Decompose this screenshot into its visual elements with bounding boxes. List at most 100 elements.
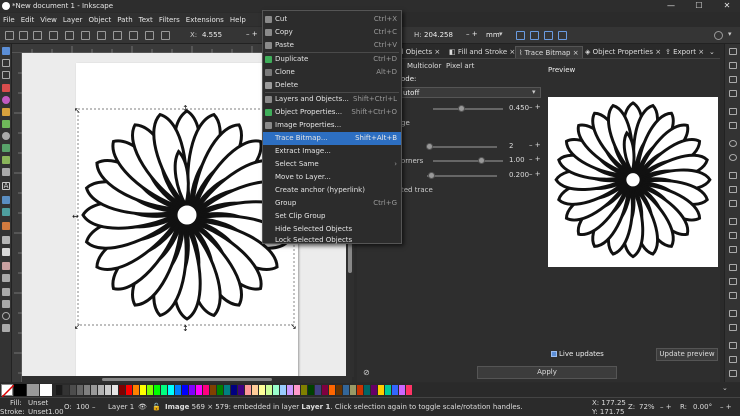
menu-item-hide-selected[interactable]: Hide Selected Objects: [263, 223, 401, 236]
menu-view[interactable]: View: [37, 16, 60, 24]
live-updates-checkbox[interactable]: [551, 351, 557, 357]
palette-swatch[interactable]: [63, 385, 69, 395]
opacity-spin-buttons[interactable]: –: [92, 403, 96, 411]
threshold-slider-knob[interactable]: [458, 105, 465, 112]
zoom-field[interactable]: 72%: [639, 403, 655, 411]
save-icon[interactable]: [729, 76, 737, 83]
palette-swatch[interactable]: [196, 385, 202, 395]
palette-swatch[interactable]: [287, 385, 293, 395]
palette-swatch[interactable]: [105, 385, 111, 395]
tab-objects[interactable]: d Objects ×: [399, 46, 440, 58]
tweak-tool-icon[interactable]: [2, 71, 10, 79]
palette-swatch[interactable]: [119, 385, 125, 395]
copy-icon[interactable]: [729, 172, 737, 179]
palette-swatch[interactable]: [168, 385, 174, 395]
palette-swatch[interactable]: [350, 385, 356, 395]
mesh-tool-icon[interactable]: [2, 208, 10, 216]
menu-item-paste[interactable]: Paste Ctrl+V: [263, 39, 401, 52]
layer-lock-icon[interactable]: 🔓: [152, 403, 161, 411]
raise-icon[interactable]: [129, 31, 138, 40]
menu-path[interactable]: Path: [114, 16, 135, 24]
palette-swatch[interactable]: [245, 385, 251, 395]
vertical-scroll-thumb[interactable]: [348, 243, 352, 273]
palette-swatch[interactable]: [217, 385, 223, 395]
lower-icon[interactable]: [145, 31, 154, 40]
select-all-layers-icon[interactable]: [19, 31, 28, 40]
group-icon[interactable]: [729, 310, 737, 317]
palette-swatch[interactable]: [182, 385, 188, 395]
rotate-cw-icon[interactable]: [65, 31, 74, 40]
duplicate-icon[interactable]: [729, 264, 737, 271]
transform-gradients-icon[interactable]: [544, 31, 553, 40]
unit-select[interactable]: mm: [486, 31, 500, 39]
pages-tool-icon[interactable]: [2, 300, 10, 308]
x-decrement-button[interactable]: – +: [246, 30, 258, 38]
text-tool-icon[interactable]: A: [2, 182, 10, 190]
palette-swatch[interactable]: [70, 385, 76, 395]
palette-swatch[interactable]: [378, 385, 384, 395]
reset-settings-icon[interactable]: ⊘: [363, 368, 370, 377]
detection-mode-select[interactable]: utoff ▾: [401, 87, 541, 98]
palette-swatch[interactable]: [336, 385, 342, 395]
menu-filters[interactable]: Filters: [156, 16, 183, 24]
menu-item-duplicate[interactable]: Duplicate Ctrl+D: [263, 53, 401, 66]
optimize-slider[interactable]: [427, 175, 497, 177]
stroke-width[interactable]: 1.00: [48, 408, 64, 416]
speckles-spin-buttons[interactable]: – +: [529, 141, 541, 149]
palette-swatch[interactable]: [238, 385, 244, 395]
zoom-drawing-icon[interactable]: [729, 232, 737, 239]
tab-pixel-art[interactable]: Pixel art: [446, 62, 474, 70]
palette-swatch[interactable]: [161, 385, 167, 395]
maximize-button[interactable]: ☐: [686, 0, 712, 12]
menu-edit[interactable]: Edit: [18, 16, 38, 24]
star-tool-icon[interactable]: [2, 108, 10, 116]
menu-extensions[interactable]: Extensions: [183, 16, 227, 24]
snap-icon[interactable]: [714, 31, 723, 40]
palette-swatch[interactable]: [266, 385, 272, 395]
optimize-slider-knob[interactable]: [428, 172, 435, 179]
palette-swatch[interactable]: [91, 385, 97, 395]
palette-swatch[interactable]: [280, 385, 286, 395]
menu-item-image-properties[interactable]: Image Properties...: [263, 119, 401, 132]
node-tool-icon[interactable]: [2, 59, 10, 67]
raise-to-top-icon[interactable]: [113, 31, 122, 40]
palette-swatch[interactable]: [154, 385, 160, 395]
fill-stroke-dialog-icon[interactable]: [729, 342, 737, 349]
layer-visibility-icon[interactable]: 👁: [138, 403, 147, 411]
palette-swatch[interactable]: [189, 385, 195, 395]
ungroup-icon[interactable]: [729, 324, 737, 331]
no-paint-swatch[interactable]: [1, 384, 14, 397]
zoom-spin-buttons[interactable]: – +: [660, 403, 672, 411]
palette-swatch[interactable]: [406, 385, 412, 395]
flip-vertical-icon[interactable]: [97, 31, 106, 40]
swatch-gray[interactable]: [27, 384, 39, 396]
palette-swatch[interactable]: [399, 385, 405, 395]
open-icon[interactable]: [729, 62, 737, 69]
menu-item-trace-bitmap[interactable]: Trace Bitmap... Shift+Alt+B: [263, 132, 401, 145]
swatch-black[interactable]: [14, 384, 26, 396]
menu-object[interactable]: Object: [85, 16, 114, 24]
update-preview-button[interactable]: Update preview: [656, 348, 718, 361]
apply-button[interactable]: Apply: [477, 366, 617, 379]
palette-swatch[interactable]: [385, 385, 391, 395]
paste-icon[interactable]: [729, 200, 737, 207]
palette-swatch[interactable]: [301, 385, 307, 395]
transform-stroke-icon[interactable]: [516, 31, 525, 40]
corners-slider[interactable]: [433, 160, 503, 162]
palette-swatch[interactable]: [231, 385, 237, 395]
redo-icon[interactable]: [729, 154, 737, 161]
menu-item-move-to-layer[interactable]: Move to Layer...: [263, 171, 401, 184]
xml-editor-icon[interactable]: [729, 370, 737, 377]
tab-trace-bitmap[interactable]: ⌇ Trace Bitmap ×: [515, 46, 583, 58]
palette-swatch[interactable]: [147, 385, 153, 395]
paint-bucket-tool-icon[interactable]: [2, 248, 10, 256]
palette-swatch[interactable]: [392, 385, 398, 395]
palette-swatch[interactable]: [371, 385, 377, 395]
palette-swatch[interactable]: [77, 385, 83, 395]
clone-icon[interactable]: [729, 278, 737, 285]
palette-swatch[interactable]: [126, 385, 132, 395]
selector-tool-icon[interactable]: [2, 47, 10, 55]
zoom-selection-icon[interactable]: [729, 218, 737, 225]
h-field[interactable]: 204.258: [424, 31, 453, 39]
palette-swatch[interactable]: [210, 385, 216, 395]
